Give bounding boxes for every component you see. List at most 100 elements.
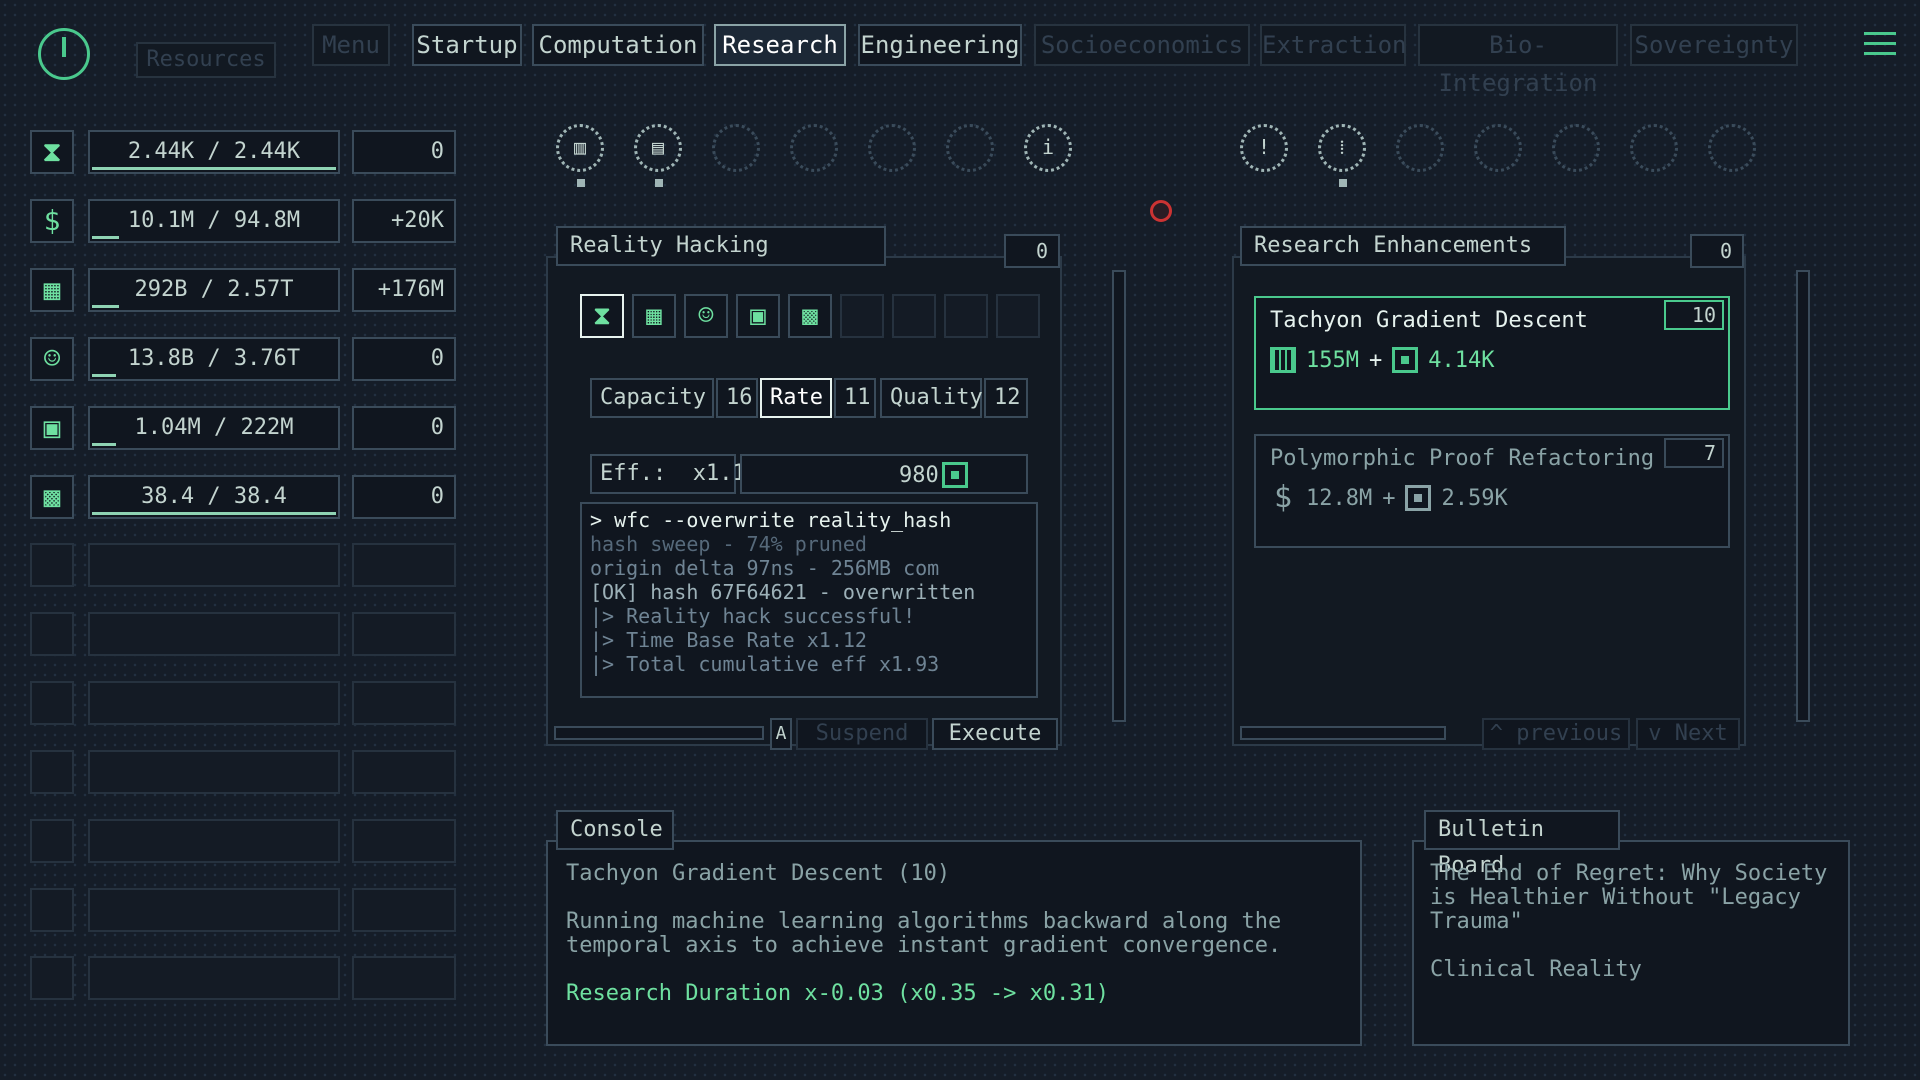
node-glyph: ! [1257, 135, 1271, 159]
power-icon[interactable] [38, 28, 90, 80]
quality-button[interactable]: Quality [880, 378, 983, 418]
node-glyph: i [1041, 135, 1055, 159]
node-connector [577, 179, 585, 187]
resource-icon-slot: ⧗ [30, 130, 74, 174]
resource-amount: 13.8B / 3.76T [88, 337, 340, 381]
empty-resource-slot [30, 750, 74, 794]
log-line: [OK] hash 67F64621 - overwritten [590, 580, 976, 604]
enhancement-level: 10 [1664, 300, 1724, 330]
research-node[interactable] [712, 124, 760, 172]
previous-button[interactable]: ^ previous [1482, 718, 1630, 750]
core-eye-icon [1150, 200, 1172, 222]
enhancements-counter: 0 [1690, 234, 1744, 268]
console-heading: Tachyon Gradient Descent (10) [566, 861, 951, 886]
enhancement-card[interactable]: Polymorphic Proof Refactoring $ 12.8M + … [1254, 434, 1730, 548]
research-node[interactable] [868, 124, 916, 172]
hack-log: > wfc --overwrite reality_hash hash swee… [580, 502, 1038, 698]
enhancement-name: Polymorphic Proof Refactoring [1270, 446, 1655, 471]
slot-empty[interactable] [944, 294, 988, 338]
tab-computation[interactable]: Computation [532, 24, 704, 66]
resource-amount: 292B / 2.57T [88, 268, 340, 312]
matrix-icon: ▩ [43, 480, 61, 513]
slot-calendar[interactable]: ▦ [632, 294, 676, 338]
research-node[interactable]: i [1024, 124, 1072, 172]
enhancements-scrollbar[interactable] [1796, 270, 1810, 722]
dollar-icon: $ [1273, 480, 1293, 515]
resource-rate: 0 [352, 337, 456, 381]
slot-matrix[interactable]: ▩ [788, 294, 832, 338]
bulletin-content: The End of Regret: Why Society is Health… [1430, 862, 1840, 982]
suspend-button[interactable]: Suspend [796, 718, 928, 750]
tab-extraction[interactable]: Extraction [1260, 24, 1407, 66]
hourglass-icon: ⧗ [42, 135, 62, 168]
research-node[interactable] [1630, 124, 1678, 172]
hourglass-icon: ⧗ [592, 301, 612, 331]
capacity-button[interactable]: Capacity [590, 378, 714, 418]
research-node[interactable] [1708, 124, 1756, 172]
tab-research[interactable]: Research [714, 24, 846, 66]
research-node[interactable]: ▥ [556, 124, 604, 187]
face-icon: ☺ [43, 342, 61, 375]
slot-empty[interactable] [840, 294, 884, 338]
empty-resource-bar [88, 681, 340, 725]
tab-engineering[interactable]: Engineering [858, 24, 1022, 66]
tab-startup[interactable]: Startup [412, 24, 522, 66]
slot-face[interactable]: ☺ [684, 294, 728, 338]
resource-value: 2.44K / 2.44K [127, 139, 301, 164]
quality-label: Quality [890, 385, 983, 410]
enhancement-cost: 4.14K [1428, 347, 1495, 373]
console-content: Tachyon Gradient Descent (10) Running ma… [566, 862, 1346, 1006]
slot-hourglass[interactable]: ⧗ [580, 294, 624, 338]
cost-value: 980 [899, 463, 939, 488]
tab-bio-integration[interactable]: Bio-Integration [1418, 24, 1618, 97]
research-node[interactable]: ! [1240, 124, 1288, 172]
chip-icon: ▣ [750, 301, 766, 331]
enhancement-card[interactable]: Tachyon Gradient Descent 155M + 4.14K 10 [1254, 296, 1730, 410]
slot-empty[interactable] [892, 294, 936, 338]
empty-resource-rate [352, 543, 456, 587]
research-node[interactable]: ▤ [634, 124, 682, 187]
console-body: Running machine learning algorithms back… [566, 909, 1282, 934]
resource-value: 13.8B / 3.76T [127, 346, 301, 371]
execute-button[interactable]: Execute [932, 718, 1058, 750]
log-line: > wfc --overwrite reality_hash [590, 508, 952, 532]
research-node[interactable] [1396, 124, 1444, 172]
tab-socioeconomics[interactable]: Socioeconomics [1034, 24, 1250, 66]
auto-toggle[interactable]: A [770, 718, 792, 750]
rate-label: Rate [770, 385, 823, 410]
empty-resource-bar [88, 750, 340, 794]
enhancement-cost: 12.8M [1306, 485, 1373, 511]
slot-empty[interactable] [996, 294, 1040, 338]
reality-scrollbar[interactable] [1112, 270, 1126, 722]
empty-resource-rate [352, 888, 456, 932]
bulletin-headline: is Healthier Without "Legacy [1430, 885, 1801, 910]
calendar-icon [1270, 347, 1296, 373]
resource-fill [92, 443, 116, 446]
research-node[interactable] [790, 124, 838, 172]
next-button[interactable]: v Next [1636, 718, 1740, 750]
quality-value: 12 [984, 378, 1028, 418]
log-line: |> Time Base Rate x1.12 [590, 628, 867, 652]
research-node[interactable] [1474, 124, 1522, 172]
resource-rate: +20K [352, 199, 456, 243]
resource-fill [92, 305, 119, 308]
rate-button[interactable]: Rate [760, 378, 832, 418]
tab-sovereignty[interactable]: Sovereignty [1630, 24, 1798, 66]
log-line: origin delta 97ns - 256MB com [590, 556, 940, 580]
research-node[interactable] [946, 124, 994, 172]
node-connector [655, 179, 663, 187]
node-glyph: ⁞ [1339, 135, 1345, 159]
menu-button[interactable]: Menu [312, 24, 390, 66]
resource-icon-slot: ☺ [30, 337, 74, 381]
empty-resource-bar [88, 888, 340, 932]
empty-resource-rate [352, 819, 456, 863]
resources-label: Resources [136, 42, 276, 78]
research-node[interactable]: ⁞ [1318, 124, 1366, 187]
slot-chip[interactable]: ▣ [736, 294, 780, 338]
enhancement-cost: 155M [1306, 347, 1359, 373]
settings-icon[interactable] [1862, 26, 1898, 62]
research-node[interactable] [1552, 124, 1600, 172]
efficiency-label: Eff.: [600, 461, 667, 486]
resource-fill [92, 374, 116, 377]
enhancements-title: Research Enhancements [1240, 226, 1566, 266]
